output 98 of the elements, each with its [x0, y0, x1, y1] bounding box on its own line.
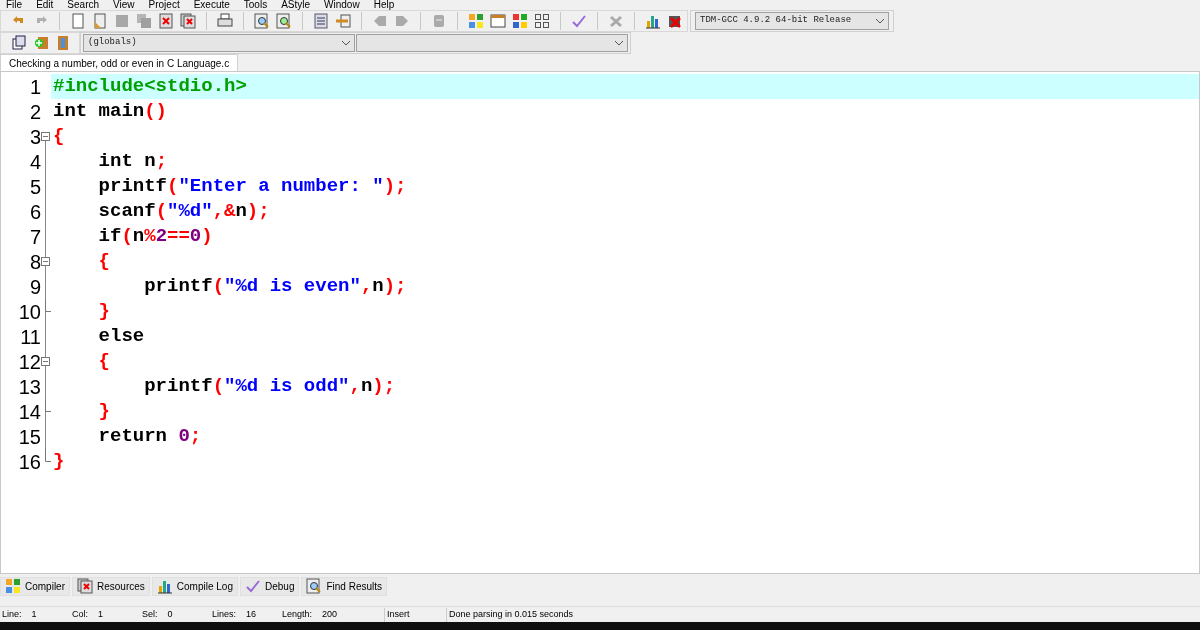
code-line: } [97, 399, 111, 424]
bar-chart-icon[interactable] [156, 578, 173, 594]
save-all-icon[interactable] [136, 13, 152, 29]
menu-item[interactable]: Execute [193, 0, 230, 10]
class-browser-icon[interactable] [11, 35, 27, 51]
status-label: Sel: [142, 607, 158, 621]
line-number: 11 [20, 324, 41, 350]
scope-select[interactable]: (globals) [83, 34, 355, 52]
code-line: scanf("%d",&n); [97, 199, 271, 224]
code-line: printf("%d is odd",n); [143, 374, 397, 399]
grid-icon[interactable] [534, 13, 550, 29]
status-label: Lines: [212, 607, 237, 621]
close-file-icon[interactable] [158, 13, 174, 29]
chevron-down-icon [876, 18, 884, 24]
menu-item[interactable]: Search [67, 0, 100, 10]
line-number: 6 [29, 199, 41, 225]
code-line: printf("Enter a number: "); [97, 174, 408, 199]
code-line: } [52, 449, 66, 474]
code-line: int main() [52, 99, 169, 124]
line-number: 4 [29, 149, 41, 175]
unindent-icon[interactable] [335, 13, 351, 29]
menu-item[interactable]: Help [373, 0, 395, 10]
bar-chart-icon[interactable] [645, 13, 661, 29]
line-number: 15 [18, 424, 41, 450]
bookmark-icon[interactable] [431, 13, 447, 29]
chevron-down-icon [342, 40, 350, 46]
delete-profile-icon[interactable] [667, 13, 683, 29]
new-file-icon[interactable] [70, 13, 86, 29]
line-number: 10 [18, 299, 41, 325]
stop-icon[interactable] [608, 13, 624, 29]
line-number: 9 [29, 274, 41, 300]
menu-item[interactable]: Project [148, 0, 180, 10]
line-number: 7 [29, 224, 41, 250]
line-number: 14 [18, 399, 41, 425]
code-line: else [97, 324, 146, 349]
status-value: 1 [31, 607, 37, 621]
compiler-select[interactable]: TDM-GCC 4.9.2 64-bit Release [695, 12, 889, 30]
search-icon[interactable] [254, 13, 270, 29]
bookmark-back-icon[interactable] [372, 13, 388, 29]
line-number: 3 [29, 124, 41, 150]
close-all-icon[interactable] [180, 13, 196, 29]
panel-tab[interactable]: Resources [72, 576, 150, 596]
panel-tab[interactable]: Compile Log [151, 576, 238, 596]
chevron-down-icon [615, 40, 623, 46]
status-value: 0 [167, 607, 173, 621]
search-icon[interactable] [306, 578, 323, 594]
menu-item[interactable]: Tools [243, 0, 268, 10]
code-line: { [52, 124, 66, 149]
status-value: 200 [322, 607, 338, 621]
line-number: 12 [18, 349, 41, 375]
menu-item[interactable]: Window [324, 0, 360, 10]
panel-icon[interactable] [55, 35, 71, 51]
code-line: int n; [97, 149, 169, 174]
code-line: if(n%2==0) [97, 224, 214, 249]
line-number: 5 [29, 174, 41, 200]
status-label: Line: [2, 607, 22, 621]
status-value: 1 [98, 607, 104, 621]
line-number: 2 [29, 99, 41, 125]
code-line: } [97, 299, 111, 324]
replace-icon[interactable] [276, 13, 292, 29]
status-label: Col: [72, 607, 88, 621]
menu-item[interactable]: View [113, 0, 135, 10]
file-tab[interactable]: Checking a number, odd or even in C Language.c [0, 54, 239, 71]
menu-item[interactable]: Edit [36, 0, 54, 10]
line-number: 16 [18, 449, 41, 475]
menu-item[interactable]: File [6, 0, 23, 10]
status-label: Length: [282, 607, 313, 621]
code-line: { [97, 349, 111, 374]
compile-icon[interactable] [5, 578, 21, 594]
fold-collapse-icon[interactable] [41, 257, 50, 266]
window-icon[interactable] [490, 13, 506, 29]
save-icon[interactable] [114, 13, 130, 29]
panel-tab[interactable]: Debug [240, 576, 300, 596]
menu-item[interactable]: AStyle [281, 0, 311, 10]
status-value: 16 [246, 607, 257, 621]
compile-run-icon[interactable] [512, 13, 528, 29]
symbol-select[interactable] [356, 34, 628, 52]
fold-collapse-icon[interactable] [41, 132, 50, 141]
line-number: 13 [18, 374, 41, 400]
close-all-icon[interactable] [77, 578, 93, 594]
insert-mode-text: Insert [387, 607, 410, 621]
code-line: { [97, 249, 111, 274]
status-message: Done parsing in 0.015 seconds [449, 607, 574, 621]
fold-collapse-icon[interactable] [41, 357, 50, 366]
code-line: printf("%d is even",n); [143, 274, 408, 299]
checkmark-icon[interactable] [245, 578, 261, 594]
panel-tab[interactable]: Compiler [0, 576, 70, 596]
checkmark-icon[interactable] [571, 13, 587, 29]
print-icon[interactable] [217, 13, 233, 29]
line-number: 8 [29, 249, 41, 275]
line-number: 1 [29, 74, 41, 100]
compile-icon[interactable] [468, 13, 484, 29]
open-file-icon[interactable] [92, 13, 108, 29]
indent-icon[interactable] [313, 13, 329, 29]
panel-tab[interactable]: Find Results [301, 576, 388, 596]
bookmark-forward-icon[interactable] [394, 13, 410, 29]
code-line: return 0; [97, 424, 203, 449]
add-icon[interactable] [33, 35, 49, 51]
